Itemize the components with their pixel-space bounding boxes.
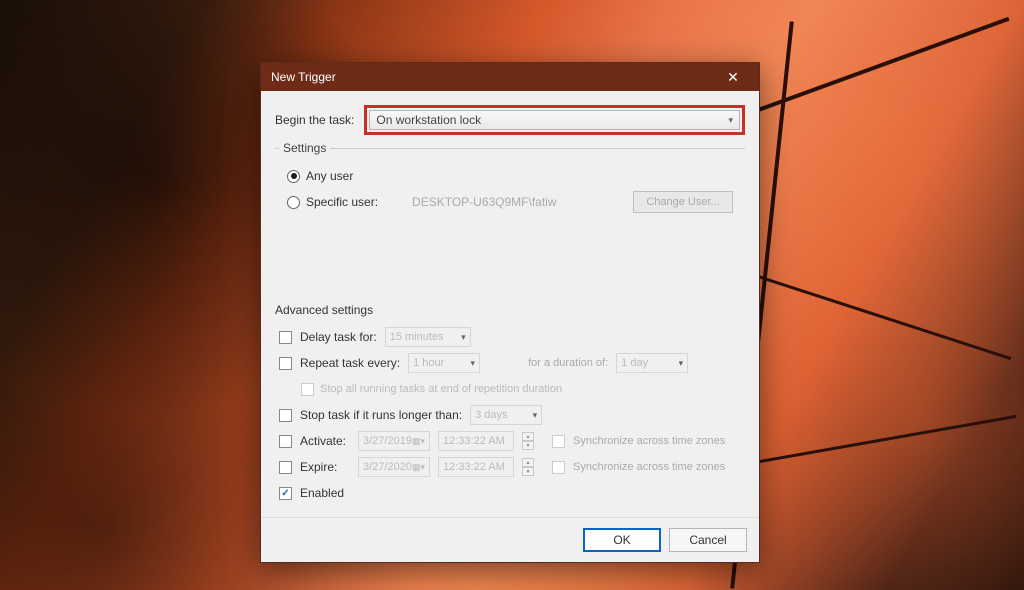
activate-checkbox[interactable]	[279, 435, 292, 448]
specific-user-radio[interactable]	[287, 196, 300, 209]
repeat-task-checkbox[interactable]	[279, 357, 292, 370]
any-user-radio[interactable]	[287, 170, 300, 183]
duration-dropdown[interactable]: 1 day ▾	[616, 353, 688, 373]
delay-task-checkbox[interactable]	[279, 331, 292, 344]
chevron-down-icon: ▾	[679, 358, 684, 369]
activate-time-field[interactable]: 12:33:22 AM	[438, 431, 514, 451]
activate-sync-label: Synchronize across time zones	[573, 435, 725, 447]
specific-user-value: DESKTOP-U63Q9MF\fatiw	[412, 195, 556, 209]
close-icon: ✕	[727, 69, 739, 86]
expire-sync-label: Synchronize across time zones	[573, 461, 725, 473]
chevron-down-icon: ▾	[471, 358, 476, 369]
stop-if-dropdown[interactable]: 3 days ▾	[470, 405, 542, 425]
specific-user-label: Specific user:	[306, 195, 378, 209]
cancel-button[interactable]: Cancel	[669, 528, 747, 552]
repeat-task-dropdown[interactable]: 1 hour ▾	[408, 353, 480, 373]
change-user-button[interactable]: Change User...	[633, 191, 733, 213]
close-button[interactable]: ✕	[713, 66, 753, 88]
settings-group: Settings Any user Specific user: DESKTOP…	[275, 141, 745, 221]
stop-all-label: Stop all running tasks at end of repetit…	[320, 383, 562, 395]
titlebar[interactable]: New Trigger ✕	[261, 63, 759, 91]
activate-label: Activate:	[300, 434, 350, 448]
begin-task-value: On workstation lock	[376, 113, 481, 127]
calendar-icon: ▦▾	[412, 462, 425, 473]
delay-task-dropdown[interactable]: 15 minutes ▾	[385, 327, 471, 347]
begin-task-label: Begin the task:	[275, 113, 354, 127]
activate-sync-checkbox	[552, 435, 565, 448]
expire-label: Expire:	[300, 460, 350, 474]
stop-if-label: Stop task if it runs longer than:	[300, 408, 462, 422]
enabled-checkbox[interactable]	[279, 487, 292, 500]
chevron-down-icon: ▾	[728, 115, 733, 126]
expire-checkbox[interactable]	[279, 461, 292, 474]
settings-legend: Settings	[279, 141, 330, 155]
chevron-down-icon: ▾	[461, 332, 466, 343]
expire-sync-checkbox	[552, 461, 565, 474]
begin-task-highlight: On workstation lock ▾	[364, 105, 745, 135]
expire-time-field[interactable]: 12:33:22 AM	[438, 457, 514, 477]
enabled-label: Enabled	[300, 486, 344, 500]
ok-button[interactable]: OK	[583, 528, 661, 552]
delay-task-label: Delay task for:	[300, 330, 377, 344]
new-trigger-dialog: New Trigger ✕ Begin the task: On worksta…	[260, 62, 760, 563]
stop-if-checkbox[interactable]	[279, 409, 292, 422]
activate-date-field[interactable]: 3/27/2019 ▦▾	[358, 431, 430, 451]
any-user-label: Any user	[306, 169, 353, 183]
dialog-title: New Trigger	[271, 70, 713, 84]
duration-label: for a duration of:	[528, 357, 608, 369]
advanced-settings-heading: Advanced settings	[275, 303, 745, 317]
expire-date-field[interactable]: 3/27/2020 ▦▾	[358, 457, 430, 477]
chevron-down-icon: ▾	[533, 410, 538, 421]
calendar-icon: ▦▾	[412, 436, 425, 447]
activate-time-spinner[interactable]: ▴▾	[522, 432, 534, 450]
begin-task-dropdown[interactable]: On workstation lock ▾	[369, 110, 740, 130]
expire-time-spinner[interactable]: ▴▾	[522, 458, 534, 476]
repeat-task-label: Repeat task every:	[300, 356, 400, 370]
stop-all-checkbox	[301, 383, 314, 396]
